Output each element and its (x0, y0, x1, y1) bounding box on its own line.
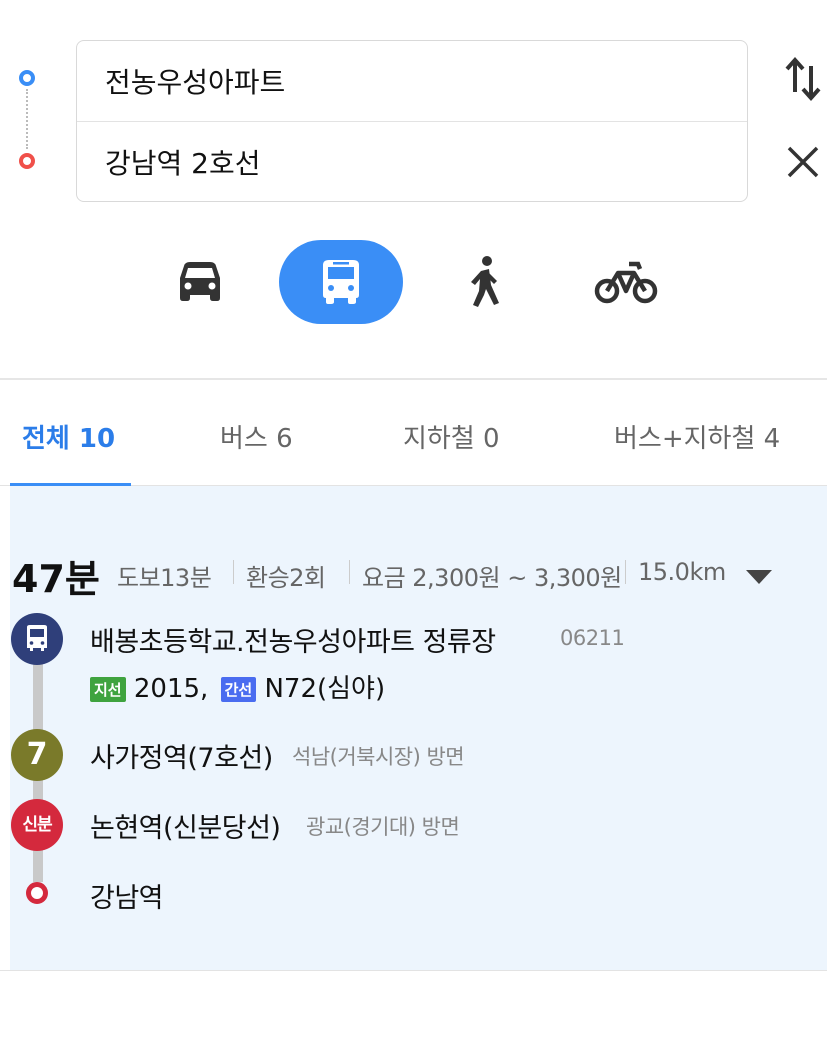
branch-bus-badge: 지선 (90, 677, 126, 702)
meta-divider (349, 560, 350, 584)
subway-sinbundang-icon: 신분 (11, 799, 63, 851)
walk-icon (471, 256, 499, 307)
tab-all[interactable]: 전체 10 (22, 418, 115, 454)
tab-subway[interactable]: 지하철 0 (403, 418, 500, 454)
mode-bike-button[interactable] (564, 240, 688, 324)
subway-station-name[interactable]: 사가정역(7호선) (90, 736, 273, 775)
tab-bus-subway[interactable]: 버스+지하철 4 (614, 418, 780, 454)
destination-station-name: 강남역 (90, 883, 164, 914)
car-icon (180, 262, 220, 301)
route-walk-time: 도보13분 (117, 564, 212, 592)
destination-marker-icon (19, 153, 35, 169)
meta-divider (625, 560, 626, 584)
origin-row (77, 41, 747, 122)
bus-route-number[interactable]: 2015, (134, 674, 208, 704)
tab-bus[interactable]: 버스 6 (220, 418, 293, 454)
destination-row (77, 122, 747, 202)
origin-marker-icon (19, 70, 35, 86)
swap-icon (785, 56, 821, 102)
route-search-box (76, 40, 748, 202)
trunk-bus-badge: 간선 (220, 677, 257, 702)
meta-divider (233, 560, 234, 584)
route-fare: 요금 2,300원 ~ 3,300원 (362, 564, 622, 592)
bus-stop-icon (11, 613, 63, 665)
destination-end-icon (26, 882, 48, 904)
mode-transit-button[interactable] (279, 240, 403, 324)
swap-button[interactable] (784, 56, 822, 102)
destination-input[interactable] (105, 144, 705, 180)
close-icon (787, 146, 819, 178)
subway-direction: 석남(거북시장) 방면 (292, 745, 465, 769)
route-distance: 15.0km (638, 558, 726, 586)
mode-walk-button[interactable] (423, 240, 547, 324)
bus-route-number[interactable]: N72(심야) (264, 674, 385, 704)
bus-stop-id: 06211 (560, 626, 625, 650)
subway-line-7-icon: 7 (11, 729, 63, 781)
subway-direction: 광교(경기대) 방면 (306, 815, 460, 839)
bus-icon (323, 260, 359, 304)
bus-routes: 지선 2015, 간선 N72(심야) (90, 668, 385, 705)
route-duration: 47분 (12, 557, 100, 601)
subway-station-name[interactable]: 논현역(신분당선) (90, 806, 281, 845)
route-connector-line (26, 89, 28, 149)
clear-button[interactable] (784, 143, 822, 181)
route-card-divider (0, 970, 827, 971)
bus-stop-name[interactable]: 배봉초등학교.전농우성아파트 정류장 (90, 620, 496, 659)
bicycle-icon (594, 261, 658, 304)
mode-car-button[interactable] (138, 240, 262, 324)
origin-input[interactable] (105, 63, 705, 99)
section-divider (0, 378, 827, 380)
route-transfers: 환승2회 (246, 564, 326, 592)
expand-chevron-down-icon[interactable] (746, 570, 772, 584)
